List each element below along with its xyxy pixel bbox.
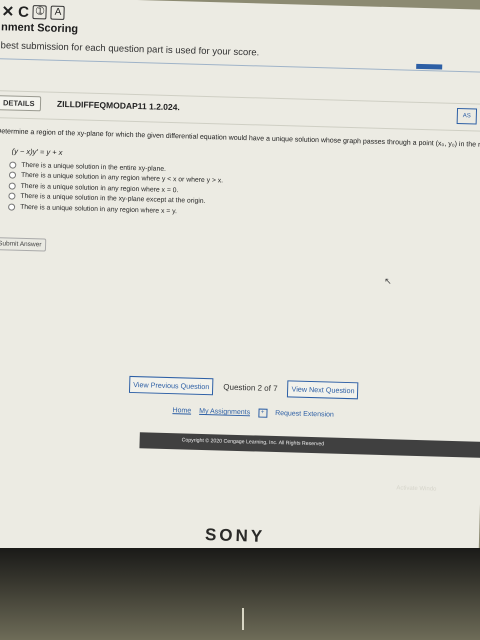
next-question-button[interactable]: View Next Question xyxy=(287,380,359,400)
request-extension-link[interactable]: Request Extension xyxy=(275,410,334,419)
assist-icon[interactable]: A xyxy=(50,5,66,20)
reload-icon[interactable]: C xyxy=(18,3,29,20)
question-prompt: Determine a region of the xy-plane for w… xyxy=(0,128,480,150)
equation: (y − x)y′ = y + x xyxy=(11,146,63,157)
browser-screen: ✕ C ➀ A nment Scoring best submission fo… xyxy=(0,0,480,570)
question-header: DETAILS ZILLDIFFEQMODAP11 1.2.024. AS xyxy=(0,89,480,132)
radio-button[interactable] xyxy=(9,161,17,169)
details-button[interactable]: DETAILS xyxy=(0,95,41,112)
page-title: nment Scoring xyxy=(0,21,79,36)
radio-button[interactable] xyxy=(8,182,16,190)
monitor-bezel xyxy=(0,548,480,640)
radio-button[interactable] xyxy=(8,203,16,211)
option-label: There is a unique solution in any region… xyxy=(20,203,178,215)
radio-button[interactable] xyxy=(8,171,17,179)
home-link[interactable]: Home xyxy=(172,407,191,415)
brand-logo: SONY xyxy=(204,524,266,547)
footer-links: Home My Assignments + Request Extension xyxy=(172,406,334,420)
previous-question-button[interactable]: View Previous Question xyxy=(128,375,214,396)
windows-watermark: Activate Windo xyxy=(396,485,437,493)
close-icon[interactable]: ✕ xyxy=(1,2,14,20)
answer-options: There is a unique solution in the entire… xyxy=(8,159,224,217)
mouse-cursor-icon: ↖ xyxy=(384,276,392,287)
submit-answer-button[interactable]: Submit Answer xyxy=(0,237,47,252)
plus-icon[interactable]: + xyxy=(257,408,268,418)
divider xyxy=(0,57,480,73)
my-assignments-link[interactable]: My Assignments xyxy=(199,408,250,416)
bezel-mark xyxy=(242,608,244,630)
question-counter: Question 2 of 7 xyxy=(223,382,278,394)
progress-tab xyxy=(416,63,443,70)
ask-button[interactable]: AS xyxy=(456,107,478,125)
scoring-note: best submission for each question part i… xyxy=(0,40,260,59)
info-icon[interactable]: ➀ xyxy=(32,5,48,20)
question-id: ZILLDIFFEQMODAP11 1.2.024. xyxy=(56,98,180,113)
radio-button[interactable] xyxy=(8,192,16,200)
question-navigation: View Previous Question Question 2 of 7 V… xyxy=(128,375,359,400)
browser-toolbar: ✕ C ➀ A xyxy=(1,2,66,22)
